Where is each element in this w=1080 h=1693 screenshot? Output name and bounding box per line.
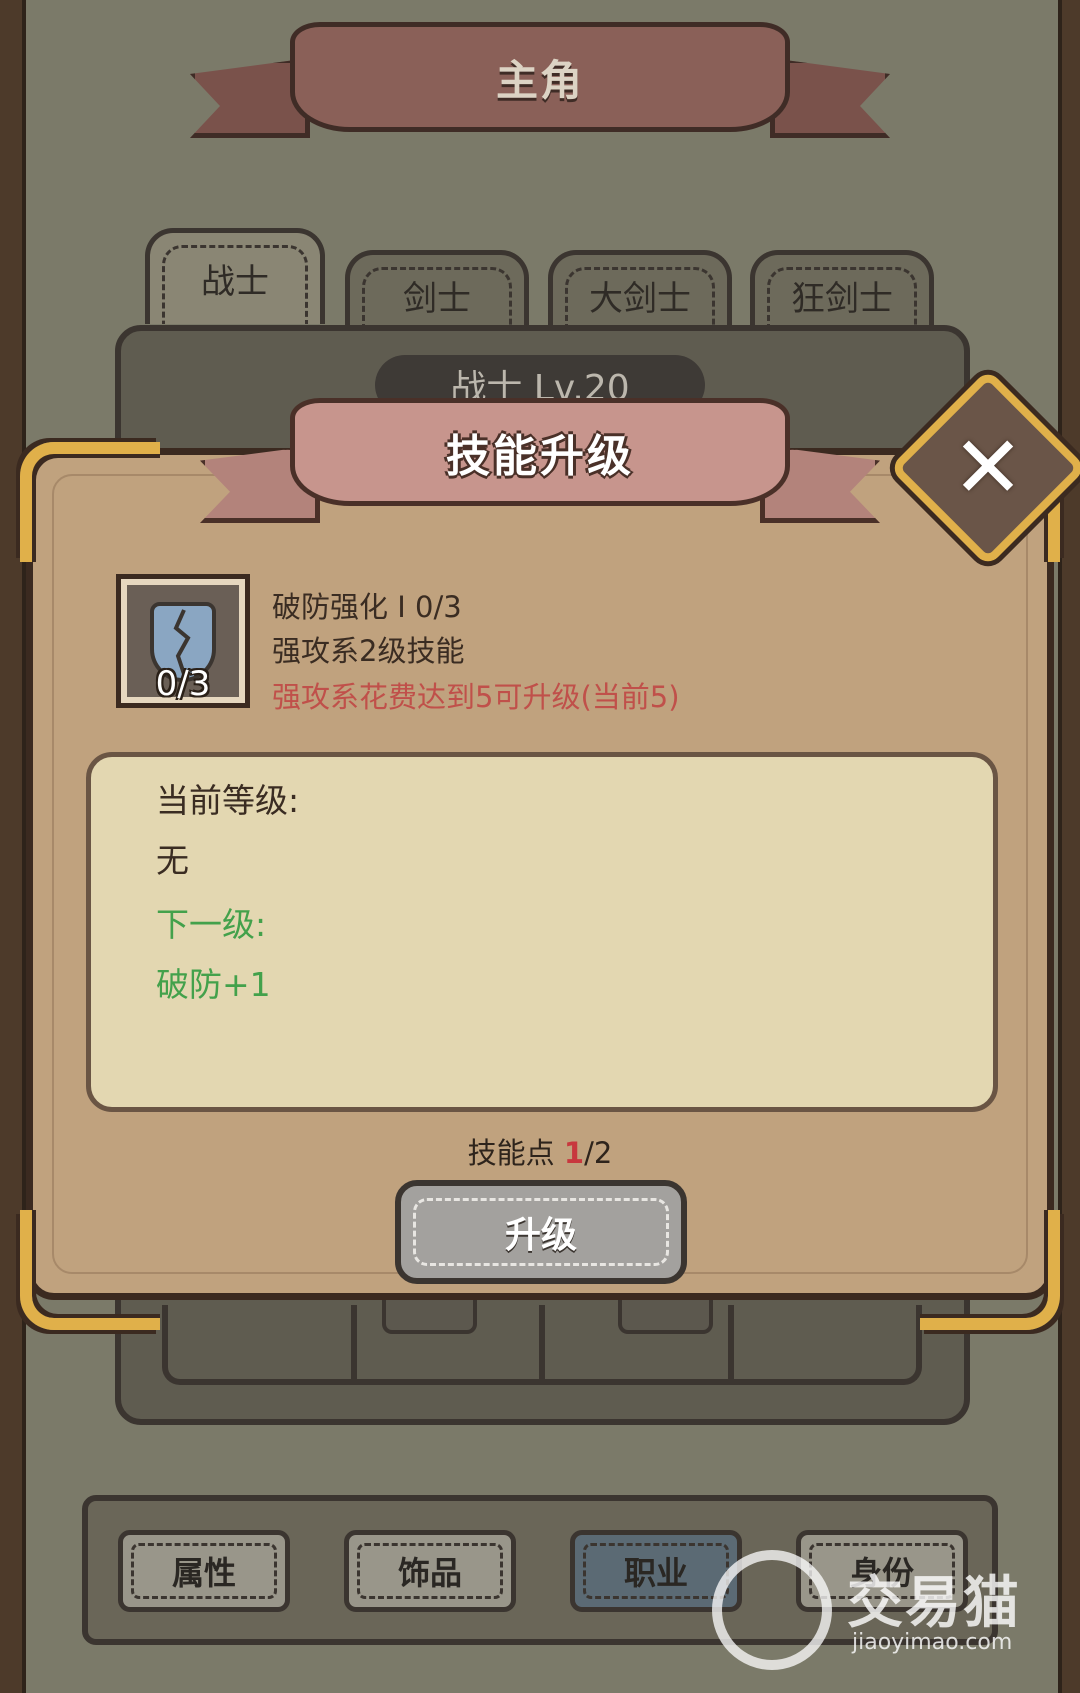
upgrade-button[interactable]: 升级 xyxy=(395,1180,687,1284)
grid-slot-badge xyxy=(382,1300,477,1334)
tab-swordsman[interactable]: 剑士 xyxy=(345,250,529,336)
watermark-url: jiaoyimao.com xyxy=(852,1630,1013,1655)
nav-button-border xyxy=(583,1543,729,1599)
gold-corner-top-left xyxy=(20,442,160,562)
skill-points-current: 1 xyxy=(563,1136,585,1170)
nav-attributes-button[interactable]: 属性 xyxy=(118,1530,290,1612)
dialog-title: 技能升级 xyxy=(446,431,634,482)
skill-name: 破防强化 I 0/3 xyxy=(272,590,462,624)
current-level-value: 无 xyxy=(156,841,189,880)
next-level-label: 下一级: xyxy=(156,905,267,944)
grid-slot-badge xyxy=(618,1300,713,1334)
nav-button-border xyxy=(357,1543,503,1599)
tab-berserker[interactable]: 狂剑士 xyxy=(750,250,934,336)
current-level-label: 当前等级: xyxy=(156,781,300,820)
frame-right xyxy=(1058,0,1080,1693)
title-ribbon: 主角 xyxy=(290,22,790,132)
frame-left xyxy=(0,0,26,1693)
upgrade-button-border xyxy=(413,1198,669,1266)
tab-greatsword[interactable]: 大剑士 xyxy=(548,250,732,336)
nav-button-border xyxy=(131,1543,277,1599)
nav-accessories-button[interactable]: 饰品 xyxy=(344,1530,516,1612)
skill-grid xyxy=(162,1305,922,1385)
skill-points-total: /2 xyxy=(584,1136,613,1170)
tab-warrior[interactable]: 战士 xyxy=(145,228,325,324)
tab-warrior-border xyxy=(162,245,308,324)
watermark-text: 交易猫 xyxy=(847,1571,1021,1636)
close-icon[interactable]: ✕ xyxy=(918,398,1058,538)
page-title: 主角 xyxy=(495,55,584,105)
watermark-cat-logo-icon xyxy=(712,1550,832,1670)
watermark: 交易猫 jiaoyimao.com xyxy=(712,1550,1032,1670)
skill-points-label: 技能点 xyxy=(467,1136,555,1170)
skill-description: 强攻系2级技能 xyxy=(272,634,465,668)
skill-icon-count: 0/3 xyxy=(155,664,211,704)
gold-corner-bottom-right xyxy=(920,1210,1060,1330)
next-level-value: 破防+1 xyxy=(156,965,271,1004)
skill-points: 技能点 1/2 xyxy=(0,1130,1080,1172)
dialog-title-ribbon: 技能升级 xyxy=(290,398,790,506)
skill-requirement: 强攻系花费达到5可升级(当前5) xyxy=(272,680,680,714)
gold-corner-bottom-left xyxy=(20,1210,160,1330)
